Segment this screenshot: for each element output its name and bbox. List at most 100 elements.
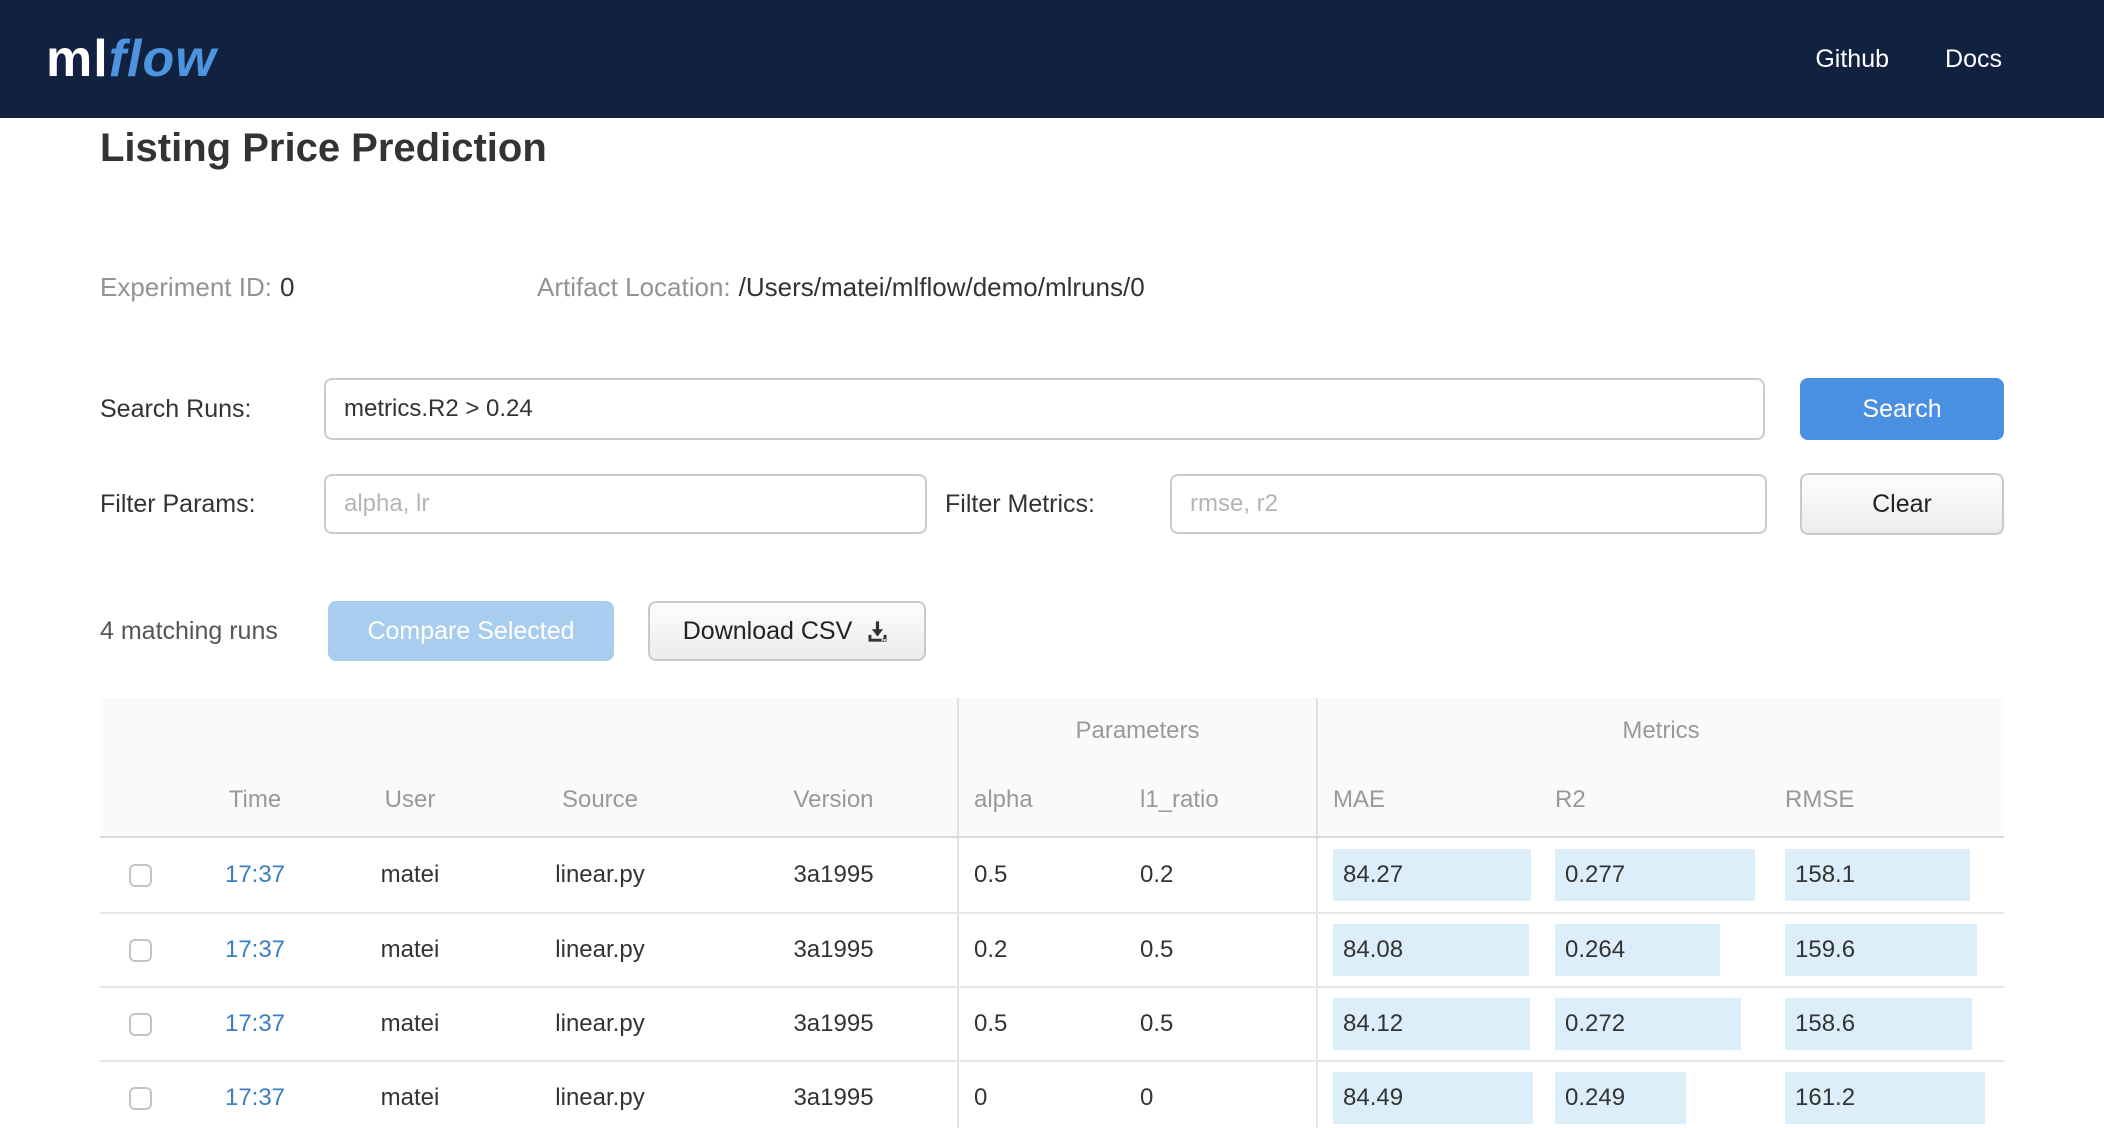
metric-bar-mae: 84.12 bbox=[1333, 998, 1530, 1050]
run-time-link[interactable]: 17:37 bbox=[225, 861, 285, 889]
group-header-metrics: Metrics bbox=[1316, 698, 2004, 764]
artifact-location-pair: Artifact Location:/Users/matei/mlflow/de… bbox=[537, 272, 1145, 303]
cell-rmse: 158.6 bbox=[1770, 988, 2004, 1060]
group-header-parameters: Parameters bbox=[957, 698, 1316, 764]
column-header-time[interactable]: Time bbox=[180, 764, 330, 836]
cell-source: linear.py bbox=[555, 936, 645, 963]
cell-time: 17:37 bbox=[180, 1062, 330, 1128]
cell-alpha: 0 bbox=[957, 1062, 1125, 1128]
metric-bar-r2: 0.249 bbox=[1555, 1072, 1686, 1124]
cell-alpha: 0.2 bbox=[957, 914, 1125, 986]
download-icon bbox=[868, 620, 887, 642]
filter-params-input[interactable] bbox=[324, 474, 927, 534]
table-body: 17:37 matei linear.py 3a1995 0.5 0.2 84.27 0.27… bbox=[100, 838, 2004, 1128]
cell-r2: 0.277 bbox=[1540, 838, 1770, 912]
logo-text-ml: ml bbox=[46, 30, 109, 88]
column-header-l1-ratio[interactable]: l1_ratio bbox=[1125, 764, 1316, 836]
download-csv-button[interactable]: Download CSV bbox=[648, 601, 926, 661]
cell-version: 3a1995 bbox=[793, 1084, 874, 1111]
column-header-mae[interactable]: MAE bbox=[1316, 764, 1540, 836]
table-column-header-row: Time User Source Version alpha l1_ratio … bbox=[100, 764, 2004, 836]
experiment-id-value: 0 bbox=[279, 272, 295, 302]
cell-rmse: 158.1 bbox=[1770, 838, 2004, 912]
compare-selected-button[interactable]: Compare Selected bbox=[328, 601, 614, 661]
nav-docs-link[interactable]: Docs bbox=[1945, 45, 2002, 74]
metric-bar-rmse: 159.6 bbox=[1785, 924, 1977, 976]
experiment-id-label: Experiment ID: bbox=[100, 272, 272, 302]
cell-mae: 84.08 bbox=[1316, 914, 1540, 986]
artifact-location-value: /Users/matei/mlflow/demo/mlruns/0 bbox=[738, 272, 1145, 302]
cell-checkbox bbox=[100, 1062, 180, 1128]
nav-github-link[interactable]: Github bbox=[1815, 45, 1889, 74]
cell-r2: 0.272 bbox=[1540, 988, 1770, 1060]
cell-r2: 0.249 bbox=[1540, 1062, 1770, 1128]
mlflow-logo[interactable]: mlflow bbox=[46, 33, 217, 85]
column-header-r2[interactable]: R2 bbox=[1540, 764, 1770, 836]
cell-mae: 84.27 bbox=[1316, 838, 1540, 912]
top-nav: mlflow Github Docs bbox=[0, 0, 2104, 118]
filters-row: Filter Params: Filter Metrics: Clear bbox=[100, 473, 2004, 535]
cell-checkbox bbox=[100, 914, 180, 986]
table-group-header-row: Parameters Metrics bbox=[100, 698, 2004, 764]
metric-bar-rmse: 158.6 bbox=[1785, 998, 1972, 1050]
artifact-location-label: Artifact Location: bbox=[537, 272, 731, 302]
run-time-link[interactable]: 17:37 bbox=[225, 1010, 285, 1038]
column-header-user[interactable]: User bbox=[330, 764, 490, 836]
cell-user: matei bbox=[380, 936, 440, 963]
row-checkbox[interactable] bbox=[128, 1086, 152, 1110]
cell-checkbox bbox=[100, 988, 180, 1060]
row-checkbox[interactable] bbox=[128, 1012, 152, 1036]
clear-button[interactable]: Clear bbox=[1800, 473, 2004, 535]
metric-bar-r2: 0.272 bbox=[1555, 998, 1741, 1050]
runs-table: Parameters Metrics Time User Source Vers… bbox=[100, 698, 2004, 1128]
metric-bar-mae: 84.49 bbox=[1333, 1072, 1533, 1124]
column-header-rmse[interactable]: RMSE bbox=[1770, 764, 2004, 836]
cell-source: linear.py bbox=[555, 1084, 645, 1111]
run-time-link[interactable]: 17:37 bbox=[225, 1084, 285, 1112]
metric-bar-r2: 0.277 bbox=[1555, 849, 1755, 901]
cell-source: linear.py bbox=[555, 861, 645, 888]
table-header: Parameters Metrics Time User Source Vers… bbox=[100, 698, 2004, 838]
metric-bar-rmse: 158.1 bbox=[1785, 849, 1970, 901]
cell-rmse: 159.6 bbox=[1770, 914, 2004, 986]
cell-user: matei bbox=[380, 1084, 440, 1111]
cell-alpha: 0.5 bbox=[957, 838, 1125, 912]
download-csv-label: Download CSV bbox=[682, 616, 853, 645]
search-runs-input[interactable] bbox=[324, 378, 1765, 440]
row-checkbox[interactable] bbox=[128, 863, 152, 887]
table-row: 17:37 matei linear.py 3a1995 0.5 0.2 84.27 0.27… bbox=[100, 838, 2004, 912]
column-header-checkbox bbox=[100, 764, 180, 836]
row-checkbox[interactable] bbox=[128, 938, 152, 962]
search-runs-label: Search Runs: bbox=[100, 394, 252, 423]
cell-version: 3a1995 bbox=[793, 936, 874, 963]
cell-version: 3a1995 bbox=[793, 1010, 874, 1037]
filter-metrics-label: Filter Metrics: bbox=[945, 489, 1095, 518]
search-button[interactable]: Search bbox=[1800, 378, 2004, 440]
cell-mae: 84.49 bbox=[1316, 1062, 1540, 1128]
matching-runs-count: 4 matching runs bbox=[100, 616, 278, 645]
cell-source: linear.py bbox=[555, 1010, 645, 1037]
actions-row: 4 matching runs Compare Selected Downloa… bbox=[100, 601, 2004, 661]
cell-l1-ratio: 0.5 bbox=[1140, 936, 1174, 963]
column-header-alpha[interactable]: alpha bbox=[957, 764, 1125, 836]
table-row: 17:37 matei linear.py 3a1995 0 0 84.49 0.249 161… bbox=[100, 1060, 2004, 1128]
run-time-link[interactable]: 17:37 bbox=[225, 936, 285, 964]
main-content: Listing Price Prediction Experiment ID: 0… bbox=[0, 126, 2104, 1128]
cell-time: 17:37 bbox=[180, 988, 330, 1060]
cell-l1-ratio: 0.5 bbox=[1140, 1010, 1174, 1037]
metric-bar-r2: 0.264 bbox=[1555, 924, 1720, 976]
filter-metrics-input[interactable] bbox=[1170, 474, 1767, 534]
table-row: 17:37 matei linear.py 3a1995 0.2 0.5 84.08 0.26… bbox=[100, 912, 2004, 986]
cell-user: matei bbox=[380, 1010, 440, 1037]
metric-bar-rmse: 161.2 bbox=[1785, 1072, 1985, 1124]
cell-time: 17:37 bbox=[180, 914, 330, 986]
nav-links: Github Docs bbox=[1815, 45, 2002, 74]
table-row: 17:37 matei linear.py 3a1995 0.5 0.5 84.12 0.27… bbox=[100, 986, 2004, 1060]
cell-l1-ratio: 0.2 bbox=[1140, 861, 1174, 888]
cell-alpha: 0.5 bbox=[957, 988, 1125, 1060]
column-header-version[interactable]: Version bbox=[710, 764, 957, 836]
cell-mae: 84.12 bbox=[1316, 988, 1540, 1060]
cell-time: 17:37 bbox=[180, 838, 330, 912]
column-header-source[interactable]: Source bbox=[490, 764, 710, 836]
group-header-runinfo bbox=[100, 698, 957, 764]
